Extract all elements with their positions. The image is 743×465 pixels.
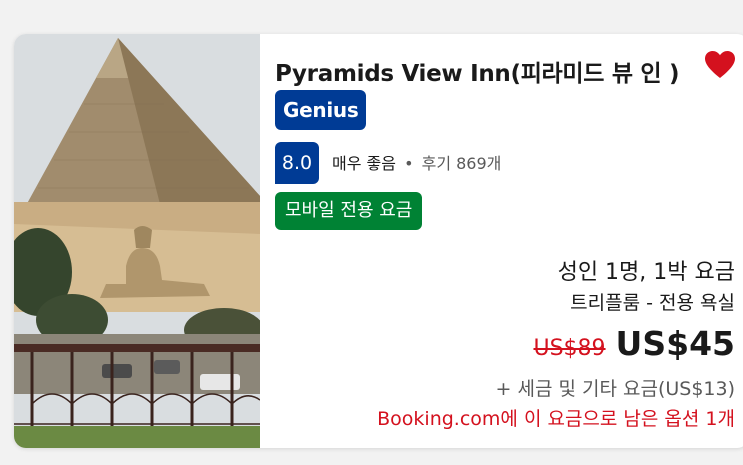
heart-icon[interactable] — [704, 50, 736, 80]
availability-note: Booking.com에 이 요금으로 남은 옵션 1개 — [377, 408, 735, 430]
hotel-card[interactable]: Pyramids View Inn(피라미드 뷰 인 ) Genius 8.0 … — [14, 34, 743, 448]
hotel-title[interactable]: Pyramids View Inn(피라미드 뷰 인 ) — [275, 54, 680, 88]
mobile-rate-badge: 모바일 전용 요금 — [275, 192, 423, 230]
separator-dot: • — [404, 154, 414, 173]
review-count: 후기 869개 — [421, 154, 502, 173]
original-price: US$89 — [533, 336, 606, 361]
price-row: US$89 US$45 — [533, 324, 735, 363]
rating-word: 매우 좋음 — [332, 154, 396, 173]
taxes-text: + 세금 및 기타 요금(US$13) — [495, 378, 736, 400]
occupancy-text: 성인 1명, 1박 요금 — [557, 260, 735, 285]
review-summary: 매우 좋음 • 후기 869개 — [332, 150, 501, 174]
room-type: 트리플룸 - 전용 욕실 — [570, 292, 735, 314]
review-score: 8.0 — [275, 142, 319, 184]
current-price: US$45 — [615, 324, 735, 363]
genius-badge: Genius — [275, 90, 367, 130]
hotel-photo[interactable] — [14, 34, 260, 448]
